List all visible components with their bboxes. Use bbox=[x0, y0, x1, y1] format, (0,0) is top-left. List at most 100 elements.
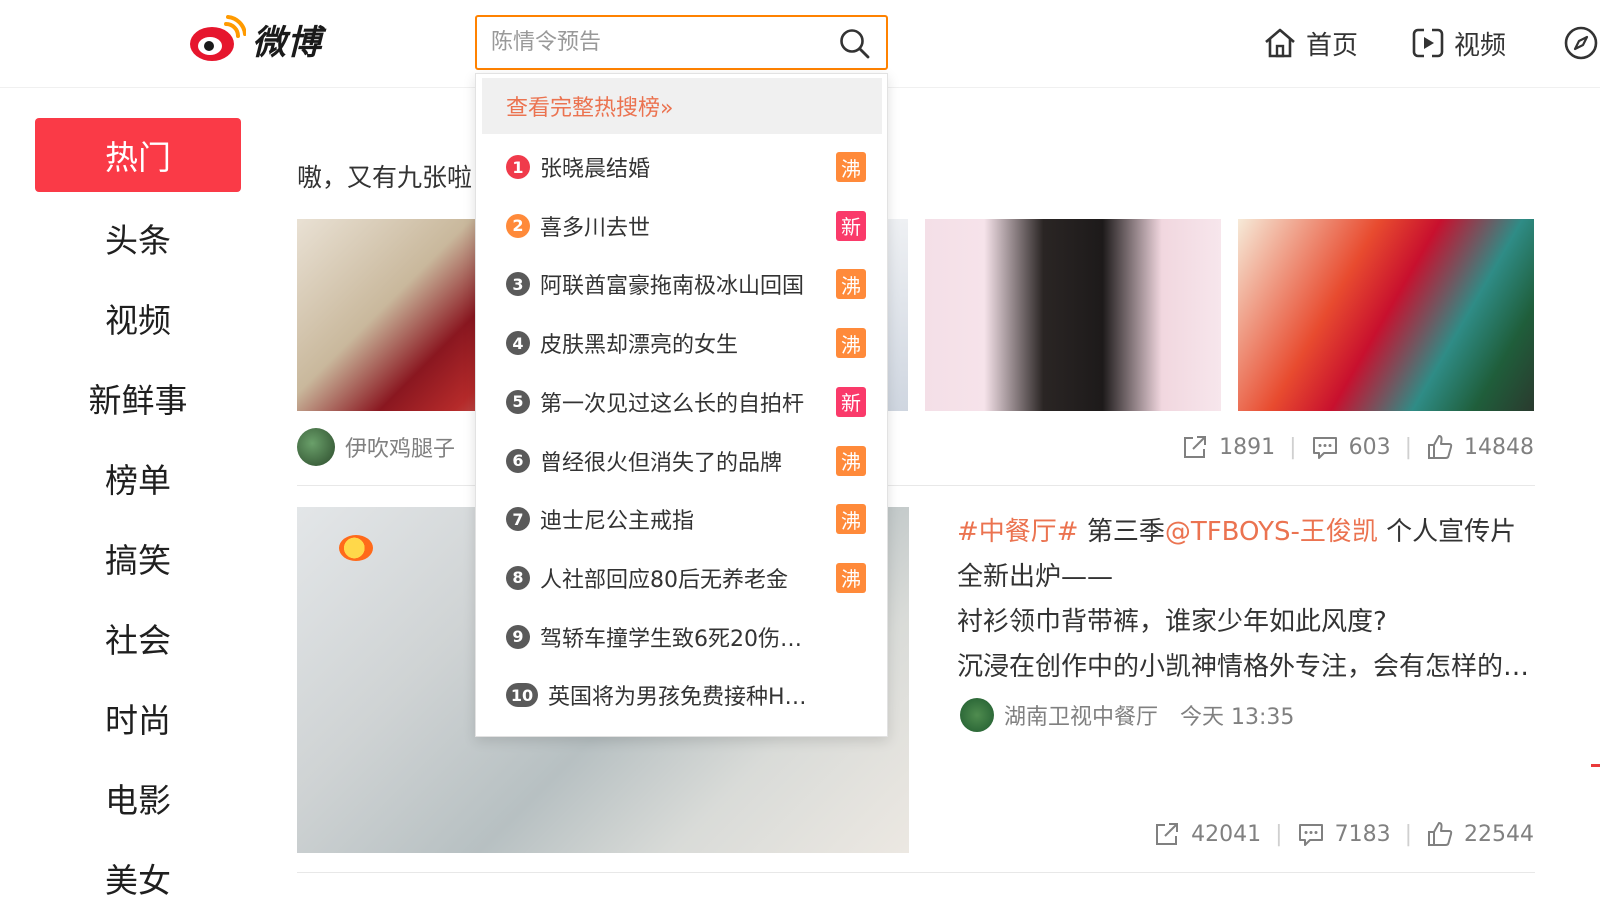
post-text: 第三季 bbox=[1078, 517, 1165, 547]
hot-search-item[interactable]: 6 曾经很火但消失了的品牌 沸 bbox=[506, 441, 866, 481]
search-icon[interactable] bbox=[838, 27, 872, 61]
sidebar-item-movies[interactable]: 电影 bbox=[35, 758, 241, 838]
hot-tag-badge: 沸 bbox=[836, 445, 866, 476]
share-button[interactable]: 1891 bbox=[1181, 433, 1275, 461]
post-image[interactable] bbox=[925, 219, 1221, 411]
rank-badge: 6 bbox=[506, 448, 530, 473]
sidebar-item-beauty[interactable]: 美女 bbox=[35, 838, 241, 918]
mention-link[interactable]: @TFBOYS-王俊凯 bbox=[1165, 517, 1378, 547]
hot-search-item[interactable]: 5 第一次见过这么长的自拍杆 新 bbox=[506, 382, 866, 422]
left-sidebar: 热门 头条 视频 新鲜事 榜单 搞笑 社会 时尚 电影 美女 bbox=[35, 118, 241, 918]
comment-button[interactable]: 7183 bbox=[1297, 820, 1391, 848]
rank-badge: 5 bbox=[506, 389, 530, 414]
hot-search-text: 喜多川去世 bbox=[540, 215, 651, 241]
hot-tag-badge: 沸 bbox=[836, 562, 866, 593]
sidebar-item-video[interactable]: 视频 bbox=[35, 278, 241, 358]
rank-badge: 8 bbox=[506, 565, 530, 590]
sidebar-item-ranking[interactable]: 榜单 bbox=[35, 438, 241, 518]
feed-divider bbox=[297, 872, 1535, 873]
nav-video-label: 视频 bbox=[1454, 30, 1507, 61]
view-full-hot-search-link[interactable]: 查看完整热搜榜» bbox=[482, 78, 882, 134]
comment-button[interactable]: 603 bbox=[1311, 433, 1391, 461]
hot-search-text: 迪士尼公主戒指 bbox=[540, 509, 695, 535]
hot-search-text: 阿联酋富豪拖南极冰山回国 bbox=[540, 274, 805, 300]
post-text: 个人宣传片 bbox=[1377, 517, 1517, 547]
thumbs-up-icon bbox=[1428, 822, 1453, 846]
like-count: 14848 bbox=[1464, 434, 1534, 460]
nav-discover[interactable] bbox=[1562, 18, 1600, 68]
sidebar-item-headlines[interactable]: 头条 bbox=[35, 198, 241, 278]
post-image[interactable] bbox=[1238, 219, 1534, 411]
hot-tag-badge: 沸 bbox=[836, 504, 866, 535]
rank-badge: 7 bbox=[506, 507, 530, 532]
comment-count: 7183 bbox=[1334, 821, 1391, 847]
weibo-logo[interactable]: 微博 bbox=[188, 12, 322, 66]
logo-text: 微博 bbox=[252, 22, 322, 63]
search-box bbox=[475, 15, 888, 70]
rank-badge: 3 bbox=[506, 272, 530, 297]
post-text-line: 全新出炉—— bbox=[957, 562, 1114, 592]
post-title-line: #中餐厅# 第三季@TFBOYS-王俊凯 个人宣传片 bbox=[957, 510, 1537, 555]
sidebar-item-society[interactable]: 社会 bbox=[35, 598, 241, 678]
rank-badge: 1 bbox=[506, 155, 530, 179]
hot-search-text: 皮肤黑却漂亮的女生 bbox=[540, 333, 739, 359]
hot-search-text: 驾轿车撞学生致6死20伤… bbox=[540, 626, 802, 652]
sidebar-item-fresh[interactable]: 新鲜事 bbox=[35, 358, 241, 438]
post-author-meta: 湖南卫视中餐厅 今天 13:35 bbox=[960, 698, 1294, 732]
nav-home[interactable]: 首页 bbox=[1262, 18, 1358, 68]
thumbs-up-icon bbox=[1428, 435, 1453, 459]
rank-badge: 4 bbox=[506, 331, 530, 356]
hot-search-text: 曾经很火但消失了的品牌 bbox=[540, 450, 783, 476]
hot-search-text: 人社部回应80后无养老金 bbox=[540, 567, 788, 593]
hot-search-text: 英国将为男孩免费接种H… bbox=[548, 685, 807, 711]
hot-tag-badge: 沸 bbox=[836, 269, 866, 300]
post-text-line: 沉浸在创作中的小凯神情格外专注，会有怎样的… bbox=[957, 652, 1530, 682]
divider: | bbox=[1289, 434, 1297, 460]
like-button[interactable]: 14848 bbox=[1426, 433, 1534, 461]
divider: | bbox=[1404, 434, 1412, 460]
nav-video[interactable]: 视频 bbox=[1410, 18, 1506, 68]
hot-tag-badge: 新 bbox=[836, 386, 866, 417]
nav-home-label: 首页 bbox=[1306, 30, 1359, 61]
hot-search-item[interactable]: 2 喜多川去世 新 bbox=[506, 206, 866, 246]
hot-search-item[interactable]: 4 皮肤黑却漂亮的女生 沸 bbox=[506, 323, 866, 363]
author-name[interactable]: 湖南卫视中餐厅 bbox=[1004, 699, 1158, 731]
topic-link[interactable]: #中餐厅# bbox=[957, 517, 1079, 547]
share-button[interactable]: 42041 bbox=[1153, 820, 1261, 848]
post-stats: 42041 | 7183 | 22544 bbox=[1153, 820, 1534, 848]
like-count: 22544 bbox=[1464, 821, 1534, 847]
video-icon bbox=[1412, 28, 1444, 58]
author-name[interactable]: 伊吹鸡腿子 bbox=[345, 431, 455, 463]
post-stats: 1891 | 603 | 14848 bbox=[1181, 433, 1534, 461]
sidebar-item-fashion[interactable]: 时尚 bbox=[35, 678, 241, 758]
avatar[interactable] bbox=[297, 428, 335, 466]
hot-search-item[interactable]: 1 张晓晨结婚 沸 bbox=[506, 147, 866, 187]
divider: | bbox=[1275, 821, 1283, 847]
sidebar-item-hot[interactable]: 热门 bbox=[35, 118, 241, 192]
search-input[interactable] bbox=[491, 26, 821, 59]
divider: | bbox=[1404, 821, 1412, 847]
sidebar-item-funny[interactable]: 搞笑 bbox=[35, 518, 241, 598]
hot-search-item[interactable]: 8 人社部回应80后无养老金 沸 bbox=[506, 558, 866, 598]
comment-icon bbox=[1312, 437, 1337, 459]
channel-logo-icon bbox=[339, 535, 373, 561]
share-icon bbox=[1184, 436, 1207, 458]
hot-search-item[interactable]: 3 阿联酋富豪拖南极冰山回国 沸 bbox=[506, 264, 866, 304]
hot-search-item[interactable]: 10 英国将为男孩免费接种H… bbox=[506, 675, 866, 715]
avatar[interactable] bbox=[960, 698, 994, 732]
post-article[interactable]: #中餐厅# 第三季@TFBOYS-王俊凯 个人宣传片 全新出炉—— 衬衫领巾背带… bbox=[957, 510, 1537, 690]
like-button[interactable]: 22544 bbox=[1426, 820, 1534, 848]
rank-badge: 9 bbox=[506, 624, 530, 649]
hot-search-dropdown: 查看完整热搜榜» 1 张晓晨结婚沸 2 喜多川去世新 3 阿联酋富豪拖南极冰山回国沸 4 皮肤… bbox=[475, 73, 888, 737]
post-time: 今天 13:35 bbox=[1180, 705, 1295, 730]
hot-search-item[interactable]: 9 驾轿车撞学生致6死20伤… bbox=[506, 617, 866, 657]
hot-tag-badge: 新 bbox=[836, 210, 866, 241]
comment-icon bbox=[1298, 824, 1323, 846]
post-text[interactable]: 嗷，又有九张啦 bbox=[297, 158, 472, 194]
share-count: 42041 bbox=[1191, 821, 1262, 847]
hot-search-text: 第一次见过这么长的自拍杆 bbox=[540, 391, 805, 417]
hot-search-item[interactable]: 7 迪士尼公主戒指 沸 bbox=[506, 499, 866, 539]
hot-tag-badge: 沸 bbox=[836, 328, 866, 359]
comment-count: 603 bbox=[1348, 434, 1391, 460]
home-icon bbox=[1265, 28, 1295, 58]
